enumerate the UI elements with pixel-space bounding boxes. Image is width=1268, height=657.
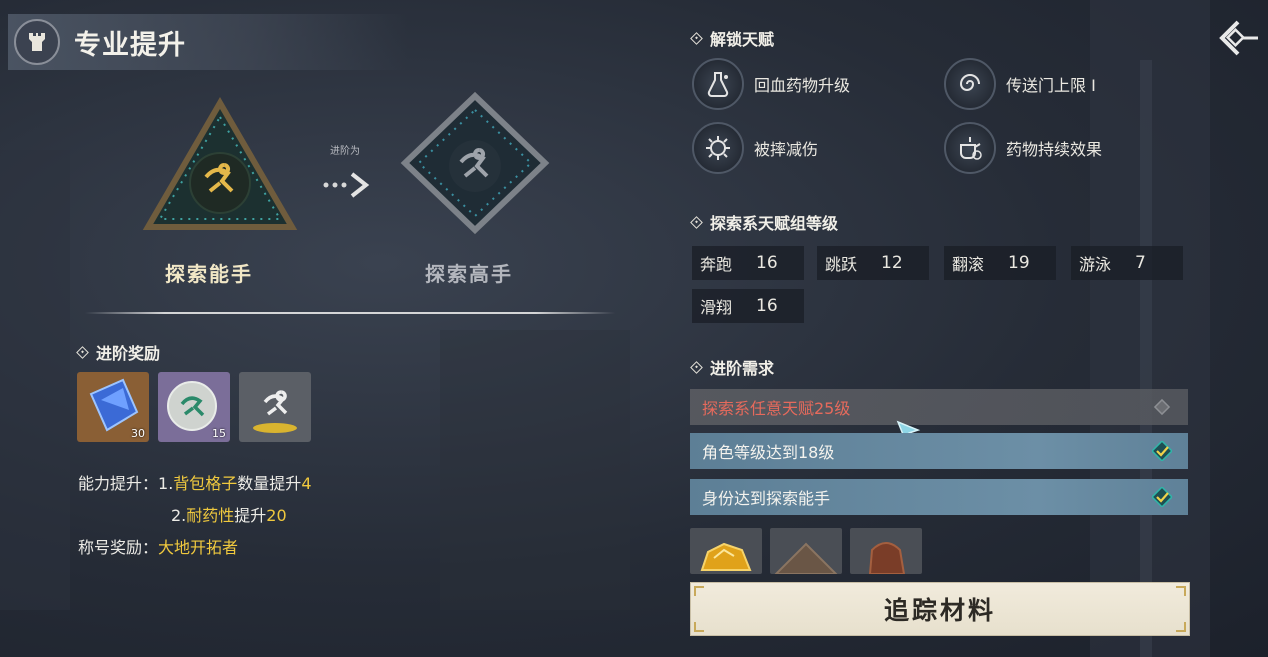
ability-label: 能力提升： [78, 474, 159, 493]
reward-item-token[interactable]: 15 [158, 372, 230, 442]
ability-row-1: 能力提升：1.背包格子数量提升4 [78, 470, 312, 494]
ability-row-2: 2.耐药性提升20 [171, 502, 287, 526]
skill-level: 16 [756, 296, 778, 316]
requirement-item-complete[interactable]: 角色等级达到18级 [690, 433, 1188, 469]
ability-2-text: 提升 [234, 506, 267, 525]
skill-level-cell: 滑翔 16 [692, 289, 804, 323]
ability-2-item: 耐药性 [186, 506, 235, 525]
title-reward-label: 称号奖励： [78, 538, 159, 557]
requirement-text: 身份达到探索能手 [702, 489, 831, 508]
check-diamond-icon [1152, 487, 1172, 507]
skill-name: 翻滚 [952, 255, 985, 274]
title-reward-row: 称号奖励：大地开拓者 [78, 534, 238, 558]
skill-name: 滑翔 [700, 298, 733, 317]
talents-section-title: 解锁天赋 [690, 26, 775, 50]
rewards-title-text: 进阶奖励 [96, 344, 161, 363]
reward-item-title[interactable] [239, 372, 311, 442]
requirements-section-title: 进阶需求 [690, 355, 775, 379]
talent-label: 传送门上限 I [1006, 76, 1096, 95]
material-slot[interactable] [690, 528, 762, 574]
tower-badge-icon [14, 19, 60, 65]
teapot-timer-icon [944, 122, 996, 174]
diamond-bullet-icon [690, 360, 703, 374]
section-divider [85, 312, 615, 314]
talent-item[interactable]: 药物持续效果 [944, 122, 1102, 174]
requirements-title-text: 进阶需求 [710, 359, 775, 378]
skill-level: 12 [881, 253, 903, 273]
skill-level-cell: 翻滚 19 [944, 246, 1056, 280]
talent-item[interactable]: 被摔减伤 [692, 122, 818, 174]
ability-1-text: 数量提升 [237, 474, 302, 493]
rock-pile-icon [774, 542, 838, 574]
title-reward-value: 大地开拓者 [158, 538, 239, 557]
skill-level-cell: 跳跃 12 [817, 246, 929, 280]
gold-ore-icon [700, 542, 752, 571]
ability-2-value: 20 [266, 506, 287, 525]
skill-level: 16 [756, 253, 778, 273]
ability-1-prefix: 1. [158, 474, 174, 493]
talents-title-text: 解锁天赋 [710, 30, 775, 49]
diamond-bullet-icon [690, 215, 703, 229]
skill-name: 游泳 [1079, 255, 1112, 274]
skill-name: 奔跑 [700, 255, 733, 274]
corner-ornament [694, 586, 704, 596]
skill-level: 7 [1135, 253, 1146, 273]
requirement-item-incomplete[interactable]: 探索系任意天赋25级 [690, 389, 1188, 425]
requirement-text: 探索系任意天赋25级 [702, 399, 851, 418]
talent-label: 药物持续效果 [1006, 140, 1103, 159]
talent-item[interactable]: 传送门上限 I [944, 58, 1096, 110]
skill-level-cell: 游泳 7 [1071, 246, 1183, 280]
skill-level: 19 [1008, 253, 1030, 273]
diamond-bullet-icon [690, 31, 703, 45]
incomplete-diamond-icon [1153, 398, 1171, 416]
rewards-section-title: 进阶奖励 [76, 340, 161, 364]
check-diamond-icon [1152, 441, 1172, 461]
bronze-ore-icon [868, 542, 906, 574]
requirement-text: 角色等级达到18级 [702, 443, 835, 462]
corner-ornament [1176, 586, 1186, 596]
talent-item[interactable]: 回血药物升级 [692, 58, 850, 110]
reward-count: 30 [131, 427, 145, 440]
back-arrow-icon [1219, 20, 1258, 56]
advance-arrow-icon [323, 172, 370, 198]
skills-section-title: 探索系天赋组等级 [690, 210, 839, 234]
talent-label: 回血药物升级 [754, 76, 851, 95]
ability-1-value: 4 [301, 474, 312, 493]
next-rank-emblem [395, 88, 555, 242]
back-button[interactable] [1214, 16, 1262, 60]
requirement-item-complete[interactable]: 身份达到探索能手 [690, 479, 1188, 515]
skills-title-text: 探索系天赋组等级 [710, 214, 839, 233]
corner-ornament [694, 622, 704, 632]
ability-2-prefix: 2. [171, 506, 187, 525]
ability-1-item: 背包格子 [173, 474, 238, 493]
current-rank-emblem [140, 95, 300, 244]
skill-name: 跳跃 [825, 255, 858, 274]
diamond-bullet-icon [76, 345, 89, 359]
gear-shield-icon [692, 122, 744, 174]
corner-ornament [1176, 622, 1186, 632]
reward-item-crystal[interactable]: 30 [77, 372, 149, 442]
reward-count: 15 [212, 427, 226, 440]
runner-title-icon [253, 390, 297, 433]
page-header: 专业提升 [8, 14, 408, 70]
page-title: 专业提升 [74, 29, 186, 61]
talent-label: 被摔减伤 [754, 140, 819, 159]
material-slot[interactable] [850, 528, 922, 574]
skill-level-cell: 奔跑 16 [692, 246, 804, 280]
track-materials-button[interactable]: 追踪材料 [690, 582, 1190, 636]
track-materials-label: 追踪材料 [883, 596, 996, 625]
current-rank-label: 探索能手 [165, 262, 253, 286]
potion-flask-icon [692, 58, 744, 110]
material-slot[interactable] [770, 528, 842, 574]
advance-to-label: 进阶为 [330, 146, 360, 157]
portal-swirl-icon [944, 58, 996, 110]
next-rank-label: 探索高手 [425, 262, 513, 286]
